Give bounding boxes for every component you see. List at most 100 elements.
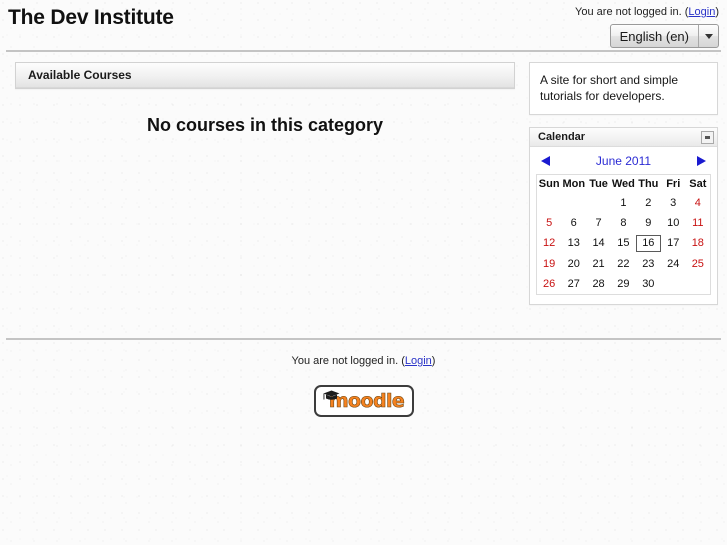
calendar-day-13[interactable]: 13 [561,233,586,254]
calendar-block: Calendar June 2011 Sun Mon Tue Wed Thu Fri Sat… [529,127,718,305]
calendar-day-label: 25 [691,257,704,270]
calendar-day-label: 26 [543,277,556,290]
calendar-week-row: 26 27 28 29 30 [537,274,711,295]
calendar-day-label: 10 [667,216,680,229]
calendar-day-24[interactable]: 24 [661,254,686,274]
calendar-body: 1 2 3 4 5 6 7 8 9 10 11 12 13 14 15 16 17 18 19 20 21 22 23 24 2… [537,193,711,295]
language-select-value: English (en) [619,28,689,44]
calendar-day-11[interactable]: 11 [686,213,711,233]
calendar-day-20[interactable]: 20 [561,254,586,274]
calendar-day-label [662,285,685,287]
calendar-day-4[interactable]: 4 [686,193,711,213]
moodle-logo-wrap: moodle [0,385,727,417]
page-header: The Dev Institute You are not logged in.… [0,0,727,52]
calendar-day-label: 12 [543,237,556,249]
footer-login-link[interactable]: Login [405,355,432,367]
calendar-day-18[interactable]: 18 [686,233,711,254]
calendar-day-label [562,204,585,206]
calendar-day-label [538,204,561,206]
calendar-day-2[interactable]: 2 [636,193,661,213]
calendar-day-12[interactable]: 12 [537,233,562,254]
calendar-day-8[interactable]: 8 [611,213,636,233]
calendar-day-27[interactable]: 27 [561,274,586,295]
calendar-weekday-thu: Thu [638,178,659,190]
calendar-day-3[interactable]: 3 [661,193,686,213]
calendar-day-29[interactable]: 29 [611,274,636,295]
calendar-day-label: 18 [691,237,704,249]
calendar-day-17[interactable]: 17 [661,233,686,254]
calendar-day-23[interactable]: 23 [636,254,661,274]
calendar-weekday-tue: Tue [589,178,608,190]
calendar-day-22[interactable]: 22 [611,254,636,274]
minimize-icon[interactable] [701,130,714,144]
calendar-day-28[interactable]: 28 [586,274,611,295]
calendar-day-16[interactable]: 16 [635,233,661,254]
language-select[interactable]: English (en) [609,24,719,48]
calendar-block-body: June 2011 Sun Mon Tue Wed Thu Fri Sat 12345678… [530,147,717,304]
calendar-day-7[interactable]: 7 [586,213,611,233]
calendar-day-5[interactable]: 5 [537,213,562,233]
calendar-day-30[interactable]: 30 [636,274,661,295]
calendar-day-label: 17 [667,237,680,249]
calendar-day-empty [537,193,562,213]
calendar-day-label: 2 [645,196,652,209]
main-column: Available Courses No courses in this cat… [15,62,515,136]
calendar-day-6[interactable]: 6 [561,213,586,233]
calendar-weekday-mon: Mon [562,178,586,190]
calendar-day-empty [686,274,711,295]
header-user-area: You are not logged in. (Login) English (… [575,5,719,48]
calendar-week-row: 19 20 21 22 23 24 25 [537,254,711,274]
graduation-cap-icon [323,390,339,400]
calendar-table: Sun Mon Tue Wed Thu Fri Sat 1 2 3 4 5 6 7 8 9 10 11 12 13 1… [536,174,711,295]
calendar-week-row: 1 2 3 4 [537,193,711,213]
arrow-right-icon[interactable] [696,156,706,166]
calendar-day-1[interactable]: 1 [611,193,636,213]
calendar-day-label: 15 [617,237,630,249]
arrow-left-icon[interactable] [541,156,550,166]
calendar-day-19[interactable]: 19 [537,254,562,274]
calendar-day-label: 20 [567,257,580,270]
calendar-weekday-fri: Fri [666,178,681,190]
calendar-day-10[interactable]: 10 [661,213,686,233]
calendar-day-14[interactable]: 14 [586,233,611,254]
calendar-day-label: 13 [567,237,580,249]
calendar-nav: June 2011 [536,154,711,174]
calendar-day-label: 22 [617,257,630,270]
available-courses-title: Available Courses [16,63,514,88]
moodle-logo[interactable]: moodle [313,385,414,417]
calendar-day-26[interactable]: 26 [537,274,562,295]
page-footer: You are not logged in. (Login) moodle [0,338,727,417]
login-link[interactable]: Login [688,6,715,18]
calendar-day-label: 27 [567,277,580,290]
site-description-block: A site for short and simple tutorials fo… [529,62,718,115]
calendar-day-empty [561,193,586,213]
calendar-day-label: 11 [692,216,704,229]
calendar-weekday-sun: Sun [538,178,560,190]
footer-login-status: You are not logged in. (Login) [0,355,727,367]
calendar-day-9[interactable]: 9 [636,213,661,233]
calendar-day-label: 16 [635,235,661,252]
login-status-suffix: ) [715,6,719,18]
chevron-down-icon [698,25,718,47]
calendar-day-label: 3 [670,196,677,209]
calendar-month-label[interactable]: June 2011 [596,154,651,168]
calendar-week-row: 5 6 7 8 9 10 11 [537,213,711,233]
calendar-day-label: 28 [592,277,605,290]
calendar-day-empty [586,193,611,213]
calendar-day-label: 23 [642,257,655,270]
calendar-day-label: 24 [667,257,680,270]
calendar-day-label: 14 [592,237,605,249]
no-courses-message: No courses in this category [146,115,384,135]
calendar-day-label: 5 [546,216,553,229]
calendar-day-21[interactable]: 21 [586,254,611,274]
calendar-block-header: Calendar [530,128,717,147]
calendar-day-label: 30 [642,277,655,290]
sidebar: A site for short and simple tutorials fo… [529,62,718,317]
site-title: The Dev Institute [8,6,174,29]
calendar-day-label: 21 [592,257,605,270]
calendar-day-15[interactable]: 15 [611,233,636,254]
calendar-weekday-sat: Sat [689,178,707,190]
calendar-day-25[interactable]: 25 [686,254,711,274]
calendar-day-label [686,285,709,287]
login-status: You are not logged in. (Login) [575,5,719,19]
